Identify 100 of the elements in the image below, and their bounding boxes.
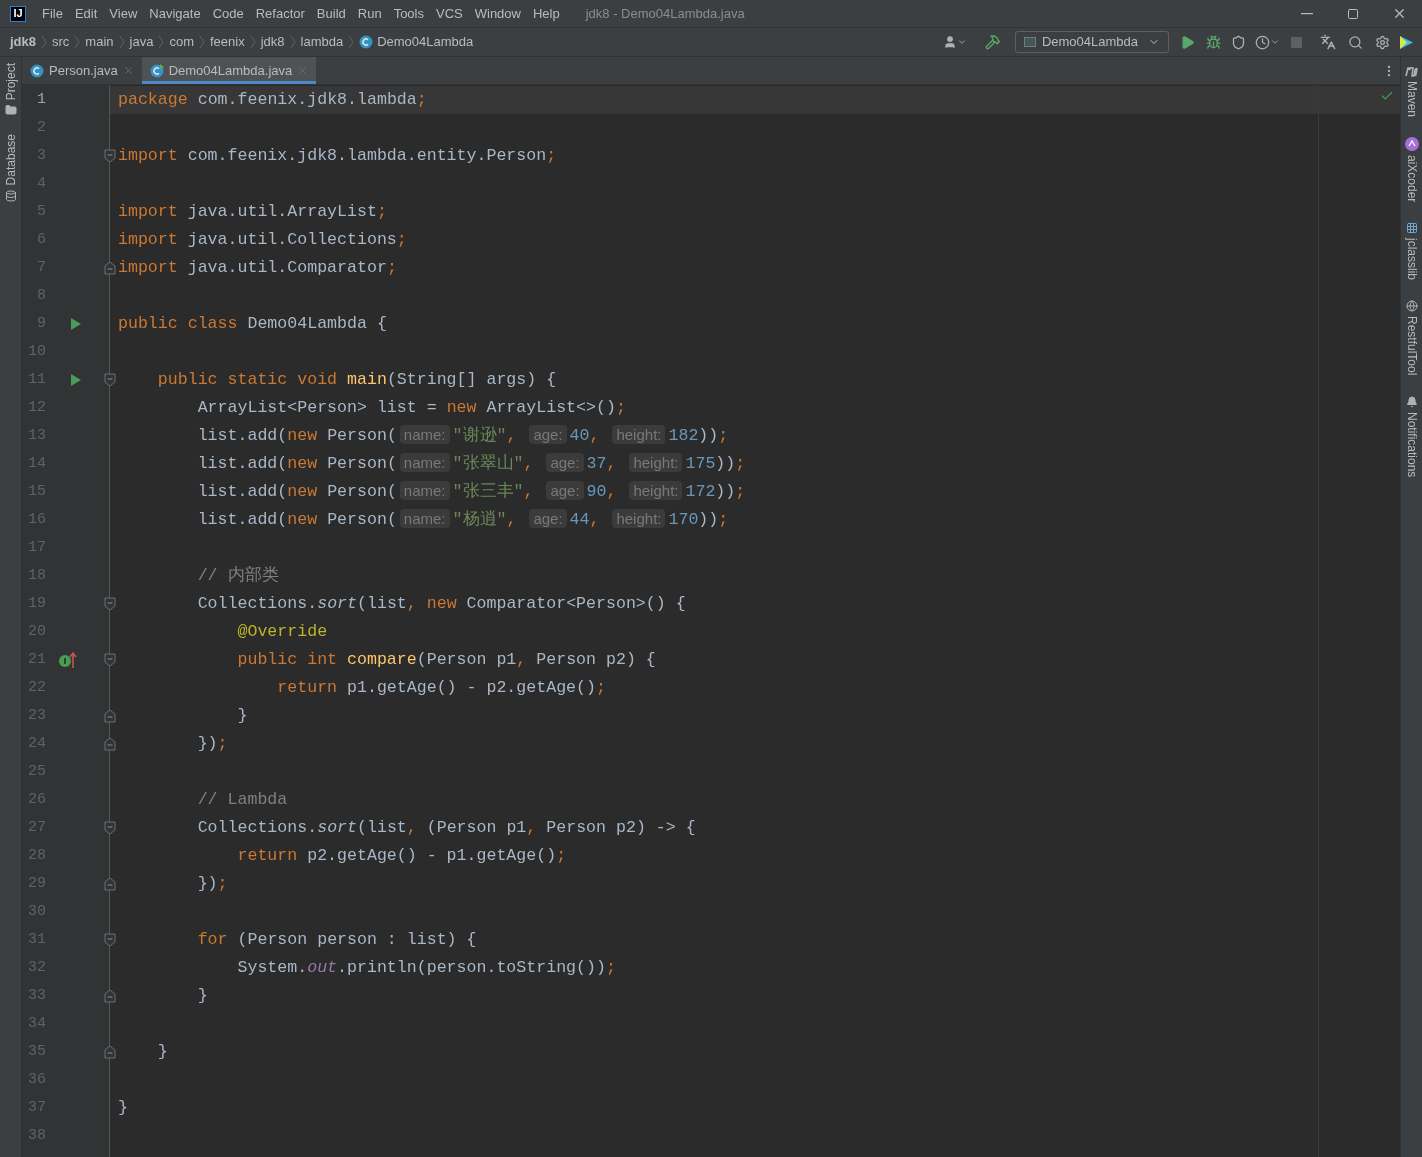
breadcrumb-item[interactable]: feenix (209, 32, 245, 52)
run-icon[interactable] (1180, 34, 1195, 50)
run-configuration-dropdown[interactable]: Demo04Lambda (1014, 31, 1169, 53)
stop-icon[interactable] (1291, 36, 1302, 48)
user-icon[interactable] (942, 35, 967, 49)
settings-icon[interactable] (1375, 34, 1390, 50)
fold-icon[interactable] (104, 597, 116, 611)
tool-window-button[interactable]: RestfulTool (1402, 300, 1421, 376)
code-line: ArrayList<Person> list = new ArrayList<>(); (196, 396, 626, 419)
menu-item[interactable]: Tools (387, 3, 430, 24)
search-icon[interactable] (1348, 34, 1363, 50)
breadcrumb-item[interactable]: java (129, 32, 154, 52)
editor-tab[interactable]: Person.java (22, 57, 142, 84)
code-line: public class Demo04Lambda { (118, 312, 387, 335)
code-line: public static void main(String[] args) { (156, 368, 557, 391)
breadcrumb-item[interactable]: com (169, 32, 194, 52)
app-logo: IJ (10, 5, 26, 22)
code-line: } (156, 1040, 168, 1063)
breadcrumb-item[interactable]: jdk8 (10, 32, 36, 52)
coverage-icon[interactable] (1231, 34, 1246, 50)
code-line: Collections.sort(list, new Comparator<Person>() { (196, 592, 686, 615)
breadcrumb-item[interactable]: main (85, 32, 114, 52)
profile-icon[interactable] (1255, 34, 1280, 50)
chevron-icon (289, 35, 296, 49)
fold-icon[interactable] (104, 149, 116, 163)
window-icon (1023, 37, 1036, 47)
code-line: import com.feenix.jdk8.lambda.entity.Person; (118, 144, 557, 167)
menu-item[interactable]: Help (526, 3, 566, 24)
close-tab-icon[interactable] (122, 65, 134, 76)
folder-icon (4, 104, 17, 117)
minimize-icon (1301, 12, 1313, 15)
fold-icon[interactable] (104, 373, 116, 387)
tool-window-button[interactable]: Notifications (1402, 395, 1421, 478)
parameter-hint: name: (399, 480, 450, 500)
parameter-hint: age: (529, 508, 567, 528)
breadcrumb-item[interactable]: jdk8 (260, 32, 285, 52)
code-line: package com.feenix.jdk8.lambda; (118, 88, 427, 111)
menu-item[interactable]: Refactor (249, 3, 311, 24)
unfold-icon[interactable] (104, 709, 116, 723)
build-icon[interactable] (984, 34, 1001, 50)
chevron-icon (348, 35, 355, 49)
tool-window-button[interactable]: aiXcoder (1402, 137, 1421, 203)
code-line: return p2.getAge() - p1.getAge(); (236, 844, 567, 867)
code-line: import java.util.Comparator; (118, 256, 397, 279)
chevron-icon (118, 35, 125, 49)
chevron-icon (198, 35, 205, 49)
menu-item[interactable]: VCS (430, 3, 469, 24)
line-number: 1 (36, 89, 46, 110)
unfold-icon[interactable] (104, 737, 116, 751)
implements-gutter-icon[interactable] (58, 651, 78, 669)
code-line: // 内部类 (196, 564, 279, 587)
run-gutter-icon[interactable] (70, 317, 82, 331)
code-line: list.add(new Person( name: "谢逊", age: 40, height: 182)); (196, 423, 729, 447)
chevron-icon (41, 35, 47, 49)
close-tab-icon[interactable] (297, 65, 309, 76)
parameter-hint: age: (546, 452, 584, 472)
toolbox-icon[interactable] (1399, 34, 1414, 50)
translate-icon[interactable] (1320, 34, 1336, 50)
code-line: }); (196, 732, 228, 755)
menu-item[interactable]: Edit (68, 3, 104, 24)
tool-window-button[interactable]: jclasslib (1402, 222, 1421, 281)
menu-item[interactable]: Code (206, 3, 250, 24)
parameter-hint: name: (399, 452, 450, 472)
parameter-hint: height: (612, 508, 666, 528)
run-gutter-icon[interactable] (70, 373, 82, 387)
unfold-icon[interactable] (104, 877, 116, 891)
menu-item[interactable]: Build (310, 3, 352, 24)
window-title: jdk8 - Demo04Lambda.java (585, 4, 745, 23)
menu-item[interactable]: File (36, 3, 69, 24)
chevron-icon (74, 35, 81, 49)
editor-tab[interactable]: Demo04Lambda.java (141, 57, 317, 84)
tool-window-button[interactable]: Maven (1402, 65, 1421, 118)
chevron-icon (249, 35, 256, 49)
menu-item[interactable]: Window (468, 3, 527, 24)
tool-window-button[interactable]: Database (1, 134, 20, 202)
unfold-icon[interactable] (104, 261, 116, 275)
breadcrumb-item[interactable]: src (52, 32, 70, 52)
fold-icon[interactable] (104, 821, 116, 835)
menu-item[interactable]: Run (351, 3, 388, 24)
code-line: import java.util.Collections; (118, 228, 407, 251)
breadcrumb-item[interactable]: Demo04Lambda (377, 32, 474, 52)
fold-icon[interactable] (104, 653, 116, 667)
unfold-icon[interactable] (104, 1045, 116, 1059)
code-line: System.out.println(person.toString()); (236, 956, 616, 979)
code-line: Collections.sort(list, (Person p1, Person p2) -> { (196, 816, 696, 839)
debug-icon[interactable] (1206, 34, 1221, 50)
tool-window-button[interactable]: Project (1, 63, 20, 117)
menu-item[interactable]: Navigate (143, 3, 207, 24)
menu-item[interactable]: View (103, 3, 144, 24)
maximize-icon (1347, 7, 1359, 20)
code-line: list.add(new Person( name: "张三丰", age: 90, height: 172)); (196, 479, 746, 503)
code-line: public int compare(Person p1, Person p2) { (236, 648, 656, 671)
class-icon (30, 63, 44, 78)
breadcrumb-item[interactable]: lambda (300, 32, 344, 52)
fold-icon[interactable] (104, 933, 116, 947)
runnable-class-icon (149, 63, 164, 78)
code-line: list.add(new Person( name: "张翠山", age: 37, height: 175)); (196, 451, 746, 475)
unfold-icon[interactable] (104, 989, 116, 1003)
class-icon (359, 35, 374, 49)
code-line: } (236, 704, 248, 727)
